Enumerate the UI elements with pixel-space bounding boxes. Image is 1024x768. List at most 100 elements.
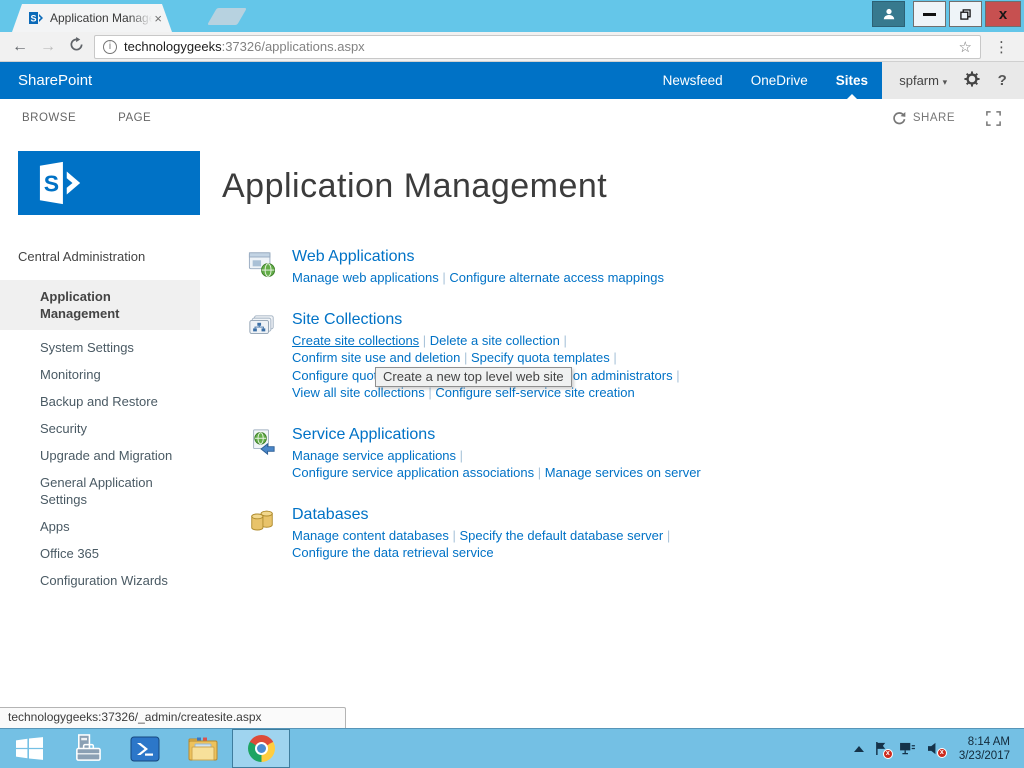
sidebar-item-upgrade-and-migration[interactable]: Upgrade and Migration — [0, 447, 200, 464]
link-confirm-site-use-and-deletion[interactable]: Confirm site use and deletion — [292, 350, 460, 365]
suite-link-sites[interactable]: Sites — [822, 62, 882, 99]
bookmark-star-icon[interactable]: ☆ — [959, 38, 972, 56]
network-icon — [899, 742, 916, 755]
close-button[interactable]: x — [985, 1, 1021, 27]
taskbar-start-button[interactable] — [0, 729, 58, 768]
forward-button[interactable]: → — [38, 39, 58, 55]
help-button[interactable]: ? — [998, 72, 1007, 89]
section-title-databases[interactable]: Databases — [292, 506, 674, 524]
link-configure-self-service-site-creation[interactable]: Configure self-service site creation — [435, 385, 634, 400]
network-status-button[interactable] — [899, 742, 916, 755]
taskbar: x x 8:14 AM 3/23/2017 — [0, 728, 1024, 768]
volume-muted-button[interactable]: x — [927, 742, 942, 755]
section-title-web-applications[interactable]: Web Applications — [292, 248, 664, 266]
link-manage-web-applications[interactable]: Manage web applications — [292, 270, 439, 285]
section-title-service-applications[interactable]: Service Applications — [292, 426, 701, 444]
sidebar-item-backup-and-restore[interactable]: Backup and Restore — [0, 393, 200, 410]
separator: | — [456, 448, 467, 463]
section-web-applications: Web Applications Manage web applications … — [248, 248, 1024, 287]
link-specify-quota-templates[interactable]: Specify quota templates — [471, 350, 610, 365]
error-badge: x — [883, 749, 893, 759]
link-line: Manage web applications | Configure alte… — [292, 269, 664, 287]
service-applications-icon — [248, 426, 278, 482]
link-line: Configure service application associatio… — [292, 464, 701, 482]
suite-link-onedrive[interactable]: OneDrive — [737, 62, 822, 99]
section-title-site-collections[interactable]: Site Collections — [292, 311, 683, 329]
taskbar-server-manager[interactable] — [58, 729, 116, 768]
url-host: technologygeeks — [124, 39, 222, 54]
link-delete-a-site-collection[interactable]: Delete a site collection — [430, 333, 560, 348]
ribbon-tab-browse[interactable]: BROWSE — [22, 112, 76, 124]
link-manage-services-on-server[interactable]: Manage services on server — [545, 465, 701, 480]
link-configure-alternate-access-mappings[interactable]: Configure alternate access mappings — [449, 270, 664, 285]
section-databases: DatabasesManage content databases | Spec… — [248, 506, 1024, 562]
powershell-icon — [130, 736, 160, 762]
suite-spacer — [92, 62, 648, 99]
minimize-button[interactable] — [913, 1, 946, 27]
sidebar-item-system-settings[interactable]: System Settings — [0, 339, 200, 356]
svg-text:S: S — [44, 171, 59, 197]
browser-menu-icon[interactable]: ⋮ — [989, 38, 1014, 56]
sharepoint-logo[interactable]: S — [18, 151, 200, 215]
page-info-icon[interactable]: i — [103, 40, 117, 54]
separator: | — [460, 350, 471, 365]
separator: | — [439, 270, 450, 285]
link-manage-service-applications[interactable]: Manage service applications — [292, 448, 456, 463]
show-hidden-icons-button[interactable] — [854, 746, 864, 752]
taskbar-powershell[interactable] — [116, 729, 174, 768]
taskbar-clock[interactable]: 8:14 AM 3/23/2017 — [953, 735, 1016, 763]
sidebar-item-configuration-wizards[interactable]: Configuration Wizards — [0, 572, 200, 589]
web-applications-icon — [248, 248, 278, 287]
server-manager-icon — [72, 734, 103, 763]
taskbar-chrome[interactable] — [232, 729, 290, 768]
link-view-all-site-collections[interactable]: View all site collections — [292, 385, 425, 400]
separator: | — [560, 333, 571, 348]
share-icon — [891, 111, 906, 126]
ribbon-bar: BROWSE PAGE SHARE — [0, 99, 1024, 137]
link-manage-content-databases[interactable]: Manage content databases — [292, 528, 449, 543]
tab-title: Application Management — [50, 11, 152, 25]
link-configure-service-application-associations[interactable]: Configure service application associatio… — [292, 465, 534, 480]
sidebar-item-security[interactable]: Security — [0, 420, 200, 437]
user-menu[interactable]: spfarm ▾ — [899, 73, 947, 88]
sidebar-item-office-365[interactable]: Office 365 — [0, 545, 200, 562]
sidebar-item-apps[interactable]: Apps — [0, 518, 200, 535]
suite-link-newsfeed[interactable]: Newsfeed — [649, 62, 737, 99]
file-explorer-icon — [187, 735, 219, 763]
sidebar-item-monitoring[interactable]: Monitoring — [0, 366, 200, 383]
maximize-button[interactable] — [949, 1, 982, 27]
link-create-site-collections[interactable]: Create site collections — [292, 333, 419, 348]
share-label: SHARE — [913, 112, 955, 124]
tooltip: Create a new top level web site — [375, 367, 572, 387]
sidebar-item-general-application-settings[interactable]: General Application Settings — [0, 474, 200, 508]
section-service-applications: Service Applications Manage service appli… — [248, 426, 1024, 482]
window-controls: x — [872, 1, 1021, 27]
sharepoint-favicon-icon: S — [28, 10, 44, 26]
link-line: Manage service applications | — [292, 447, 701, 465]
link-configure-the-data-retrieval-service[interactable]: Configure the data retrieval service — [292, 545, 494, 560]
profile-avatar-button[interactable] — [872, 1, 905, 27]
share-button[interactable]: SHARE — [891, 111, 955, 126]
user-name: spfarm — [899, 73, 939, 88]
url-text[interactable]: technologygeeks:37326/applications.aspx — [124, 39, 952, 54]
taskbar-apps — [0, 729, 290, 768]
taskbar-file-explorer[interactable] — [174, 729, 232, 768]
new-tab-button[interactable] — [207, 8, 247, 25]
link-specify-the-default-database-server[interactable]: Specify the default database server — [459, 528, 663, 543]
action-center-button[interactable]: x — [875, 741, 888, 756]
focus-mode-button[interactable] — [985, 110, 1002, 127]
tab-close-icon[interactable]: × — [152, 11, 164, 26]
separator: | — [534, 465, 545, 480]
page-main: S Central Administration Application Man… — [0, 137, 1024, 728]
address-bar[interactable]: i technologygeeks:37326/applications.asp… — [94, 35, 981, 59]
back-button[interactable]: ← — [10, 39, 30, 55]
sharepoint-brand[interactable]: SharePoint — [0, 62, 92, 99]
settings-gear-button[interactable] — [964, 71, 980, 90]
ribbon-tab-page[interactable]: PAGE — [118, 112, 151, 124]
browser-tab[interactable]: S Application Management × — [12, 4, 172, 32]
sidebar-item-application-management[interactable]: Application Management — [0, 280, 200, 330]
sidebar-nav: Central Administration Application Manag… — [0, 249, 200, 589]
reload-button[interactable] — [66, 37, 86, 56]
url-path: :37326/applications.aspx — [222, 39, 365, 54]
chevron-up-icon — [854, 746, 864, 752]
